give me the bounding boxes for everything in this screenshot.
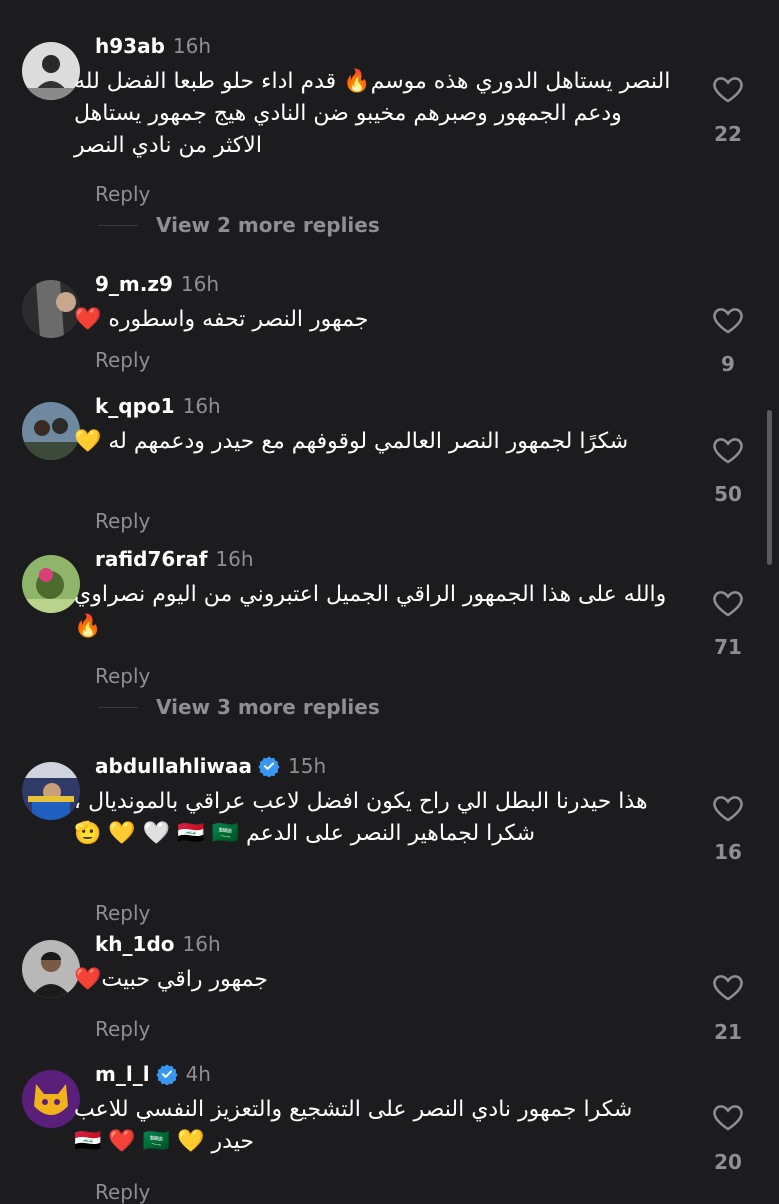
heart-icon[interactable]	[711, 303, 745, 337]
comment-text: شكرا جمهور نادي النصر على التشجيع والتعز…	[74, 1097, 633, 1154]
avatar[interactable]	[22, 1070, 80, 1128]
like-count: 20	[714, 1150, 742, 1174]
comment-text: جمهور النصر تحفه واسطوره ❤️	[74, 307, 369, 332]
divider	[98, 224, 138, 226]
reply-button[interactable]: Reply	[95, 182, 150, 206]
comment-text: هذا حيدرنا البطل الي راح يكون افضل لاعب …	[74, 789, 648, 846]
heart-icon[interactable]	[711, 791, 745, 825]
like-count: 9	[721, 352, 735, 376]
reply-button[interactable]: Reply	[95, 901, 150, 925]
comment-header: rafid76raf 16h	[95, 545, 254, 573]
avatar[interactable]	[22, 940, 80, 998]
username[interactable]: h93ab	[95, 34, 165, 58]
view-more-replies[interactable]: View 2 more replies	[98, 210, 380, 240]
reply-button[interactable]: Reply	[95, 664, 150, 688]
like-count: 16	[714, 840, 742, 864]
scrollbar[interactable]	[767, 410, 772, 565]
divider	[98, 706, 138, 708]
timestamp: 4h	[185, 1062, 211, 1086]
like-count: 22	[714, 122, 742, 146]
heart-icon[interactable]	[711, 970, 745, 1004]
reply-button[interactable]: Reply	[95, 509, 150, 533]
comment-text: والله على هذا الجمهور الراقي الجميل اعتب…	[74, 582, 667, 639]
username[interactable]: k_qpo1	[95, 394, 175, 418]
comment-header: 9_m.z9 16h	[95, 270, 219, 298]
heart-icon[interactable]	[711, 1100, 745, 1134]
comment-header: h93ab 16h	[95, 32, 211, 60]
reply-button[interactable]: Reply	[95, 1017, 150, 1041]
timestamp: 16h	[215, 547, 254, 571]
view-more-replies[interactable]: View 3 more replies	[98, 692, 380, 722]
comment-header: k_qpo1 16h	[95, 392, 221, 420]
comment-header: abdullahliwaa 15h	[95, 752, 326, 780]
username[interactable]: m_l_l	[95, 1062, 150, 1086]
like-count: 50	[714, 482, 742, 506]
comment-text: النصر يستاهل الدوري هذه موسم🔥 قدم اداء ح…	[74, 69, 671, 158]
comment-header: m_l_l 4h	[95, 1060, 211, 1088]
avatar[interactable]	[22, 402, 80, 460]
timestamp: 16h	[182, 394, 221, 418]
heart-icon[interactable]	[711, 586, 745, 620]
verified-badge-icon	[155, 1063, 178, 1086]
username[interactable]: 9_m.z9	[95, 272, 173, 296]
comment-text: شكرًا لجمهور النصر العالمي لوقوفهم مع حي…	[74, 429, 629, 454]
like-count: 21	[714, 1020, 742, 1044]
view-more-replies-label: View 2 more replies	[156, 213, 380, 237]
avatar[interactable]	[22, 555, 80, 613]
view-more-replies-label: View 3 more replies	[156, 695, 380, 719]
heart-icon[interactable]	[711, 433, 745, 467]
reply-button[interactable]: Reply	[95, 348, 150, 372]
verified-badge-icon	[258, 755, 280, 778]
comment-text: جمهور راقي حبيت❤️	[74, 967, 268, 992]
reply-button[interactable]: Reply	[95, 1180, 150, 1204]
username[interactable]: abdullahliwaa	[95, 754, 252, 778]
avatar[interactable]	[22, 280, 80, 338]
username[interactable]: rafid76raf	[95, 547, 207, 571]
timestamp: 16h	[182, 932, 221, 956]
avatar[interactable]	[22, 42, 80, 100]
comment-header: kh_1do 16h	[95, 930, 221, 958]
avatar[interactable]	[22, 762, 80, 820]
like-count: 71	[714, 635, 742, 659]
timestamp: 15h	[288, 754, 327, 778]
username[interactable]: kh_1do	[95, 932, 175, 956]
timestamp: 16h	[172, 34, 212, 58]
timestamp: 16h	[180, 272, 220, 296]
heart-icon[interactable]	[711, 72, 745, 106]
